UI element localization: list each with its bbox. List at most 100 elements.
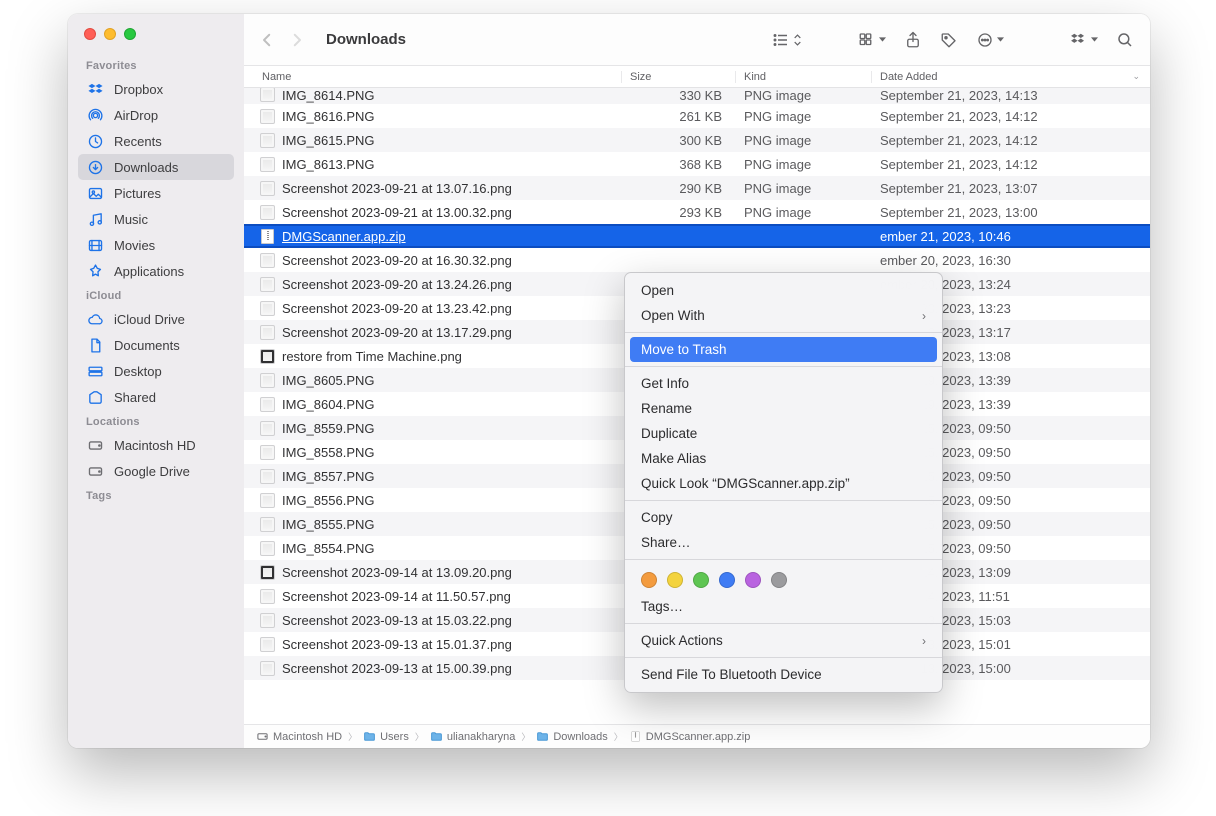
tag-color[interactable] — [693, 572, 709, 588]
file-icon — [258, 443, 276, 461]
view-list-button[interactable] — [770, 29, 804, 51]
zoom-window-button[interactable] — [124, 28, 136, 40]
path-crumb[interactable]: Users — [363, 730, 409, 743]
file-kind: PNG image — [736, 88, 872, 103]
sidebar-item-label: Desktop — [114, 364, 162, 379]
menu-item[interactable]: Tags… — [625, 594, 942, 619]
file-row[interactable]: IMG_8613.PNG368 KBPNG imageSeptember 21,… — [244, 152, 1150, 176]
file-icon — [258, 323, 276, 341]
search-button[interactable] — [1114, 29, 1136, 51]
sidebar-item-dropbox[interactable]: Dropbox — [78, 76, 234, 102]
tag-color[interactable] — [641, 572, 657, 588]
path-crumb[interactable]: ulianakharyna — [430, 730, 516, 743]
column-headers[interactable]: Name Size Kind Date Added⌄ — [244, 66, 1150, 88]
menu-item[interactable]: Quick Look “DMGScanner.app.zip” — [625, 471, 942, 496]
file-row[interactable]: IMG_8616.PNG261 KBPNG imageSeptember 21,… — [244, 104, 1150, 128]
menu-item[interactable]: Copy — [625, 505, 942, 530]
file-row[interactable]: Screenshot 2023-09-20 at 16.30.32.pngemb… — [244, 248, 1150, 272]
sidebar-item-label: Google Drive — [114, 464, 190, 479]
path-crumb[interactable]: DMGScanner.app.zip — [629, 730, 751, 743]
menu-item[interactable]: Rename — [625, 396, 942, 421]
file-name: Screenshot 2023-09-20 at 13.17.29.png — [282, 325, 622, 340]
file-name: IMG_8558.PNG — [282, 445, 622, 460]
share-button[interactable] — [902, 29, 924, 51]
shared-icon — [86, 388, 104, 406]
menu-item[interactable]: Quick Actions› — [625, 628, 942, 653]
group-by-button[interactable] — [856, 29, 888, 51]
sidebar-item-movies[interactable]: Movies — [78, 232, 234, 258]
sidebar-item-desktop[interactable]: Desktop — [78, 358, 234, 384]
sidebar-item-downloads[interactable]: Downloads — [78, 154, 234, 180]
file-row[interactable]: Screenshot 2023-09-21 at 13.00.32.png293… — [244, 200, 1150, 224]
file-icon — [258, 299, 276, 317]
section-icloud: iCloud — [78, 284, 234, 306]
path-bar[interactable]: Macintosh HD〉Users〉ulianakharyna〉Downloa… — [244, 724, 1150, 748]
file-size: 368 KB — [622, 157, 736, 172]
file-date: September 21, 2023, 14:12 — [872, 109, 1150, 124]
sidebar-item-label: Recents — [114, 134, 162, 149]
tag-color[interactable] — [771, 572, 787, 588]
menu-item[interactable]: Send File To Bluetooth Device — [625, 662, 942, 687]
sidebar-item-applications[interactable]: Applications — [78, 258, 234, 284]
sidebar-item-pictures[interactable]: Pictures — [78, 180, 234, 206]
dropbox-toolbar-button[interactable] — [1068, 29, 1100, 51]
sidebar-item-label: iCloud Drive — [114, 312, 185, 327]
file-icon — [258, 419, 276, 437]
zip-icon — [629, 730, 642, 743]
file-kind: PNG image — [736, 205, 872, 220]
sidebar-item-recents[interactable]: Recents — [78, 128, 234, 154]
tag-color[interactable] — [719, 572, 735, 588]
action-menu-button[interactable] — [974, 29, 1006, 51]
forward-button[interactable] — [288, 31, 306, 49]
file-name: IMG_8614.PNG — [282, 88, 622, 103]
tag-color[interactable] — [667, 572, 683, 588]
chevron-right-icon: › — [922, 634, 926, 648]
file-row[interactable]: DMGScanner.app.zipember 21, 2023, 10:46 — [244, 224, 1150, 248]
file-kind: PNG image — [736, 133, 872, 148]
tag-color[interactable] — [745, 572, 761, 588]
section-favorites: Favorites — [78, 54, 234, 76]
file-row[interactable]: IMG_8614.PNG330 KBPNG imageSeptember 21,… — [244, 88, 1150, 104]
file-date: ember 21, 2023, 10:46 — [872, 229, 1150, 244]
path-crumb[interactable]: Macintosh HD — [256, 730, 342, 743]
file-kind: PNG image — [736, 157, 872, 172]
menu-item[interactable]: Share… — [625, 530, 942, 555]
folder-icon — [536, 730, 549, 743]
menu-item[interactable]: Open — [625, 278, 942, 303]
menu-separator — [625, 500, 942, 501]
chevron-right-icon: › — [922, 309, 926, 323]
file-name: IMG_8554.PNG — [282, 541, 622, 556]
sidebar-item-label: Downloads — [114, 160, 178, 175]
menu-item[interactable]: Open With› — [625, 303, 942, 328]
back-button[interactable] — [258, 31, 276, 49]
minimize-window-button[interactable] — [104, 28, 116, 40]
menu-item[interactable]: Make Alias — [625, 446, 942, 471]
menu-item[interactable]: Get Info — [625, 371, 942, 396]
context-menu[interactable]: OpenOpen With› Move to Trash Get InfoRenam… — [624, 272, 943, 693]
chevron-right-icon: 〉 — [521, 730, 530, 743]
file-name: Screenshot 2023-09-13 at 15.03.22.png — [282, 613, 622, 628]
file-name: IMG_8557.PNG — [282, 469, 622, 484]
file-icon — [258, 179, 276, 197]
close-window-button[interactable] — [84, 28, 96, 40]
sidebar-item-airdrop[interactable]: AirDrop — [78, 102, 234, 128]
sidebar-item-shared[interactable]: Shared — [78, 384, 234, 410]
file-icon — [258, 491, 276, 509]
sidebar: FavoritesDropboxAirDrop Recents Downloads P… — [68, 14, 244, 748]
sidebar-item-macintoshhd[interactable]: Macintosh HD — [78, 432, 234, 458]
path-crumb[interactable]: Downloads — [536, 730, 607, 743]
picture-icon — [86, 184, 104, 202]
file-row[interactable]: IMG_8615.PNG300 KBPNG imageSeptember 21,… — [244, 128, 1150, 152]
sidebar-item-googledrive[interactable]: Google Drive — [78, 458, 234, 484]
file-row[interactable]: Screenshot 2023-09-21 at 13.07.16.png290… — [244, 176, 1150, 200]
menu-item[interactable]: Duplicate — [625, 421, 942, 446]
sidebar-item-music[interactable]: Music — [78, 206, 234, 232]
toolbar: Downloads — [244, 14, 1150, 66]
music-icon — [86, 210, 104, 228]
file-icon — [258, 131, 276, 149]
sidebar-item-documents[interactable]: Documents — [78, 332, 234, 358]
sidebar-item-iclouddrive[interactable]: iCloud Drive — [78, 306, 234, 332]
menu-item[interactable]: Move to Trash — [630, 337, 937, 362]
tags-button[interactable] — [938, 29, 960, 51]
file-icon — [258, 539, 276, 557]
